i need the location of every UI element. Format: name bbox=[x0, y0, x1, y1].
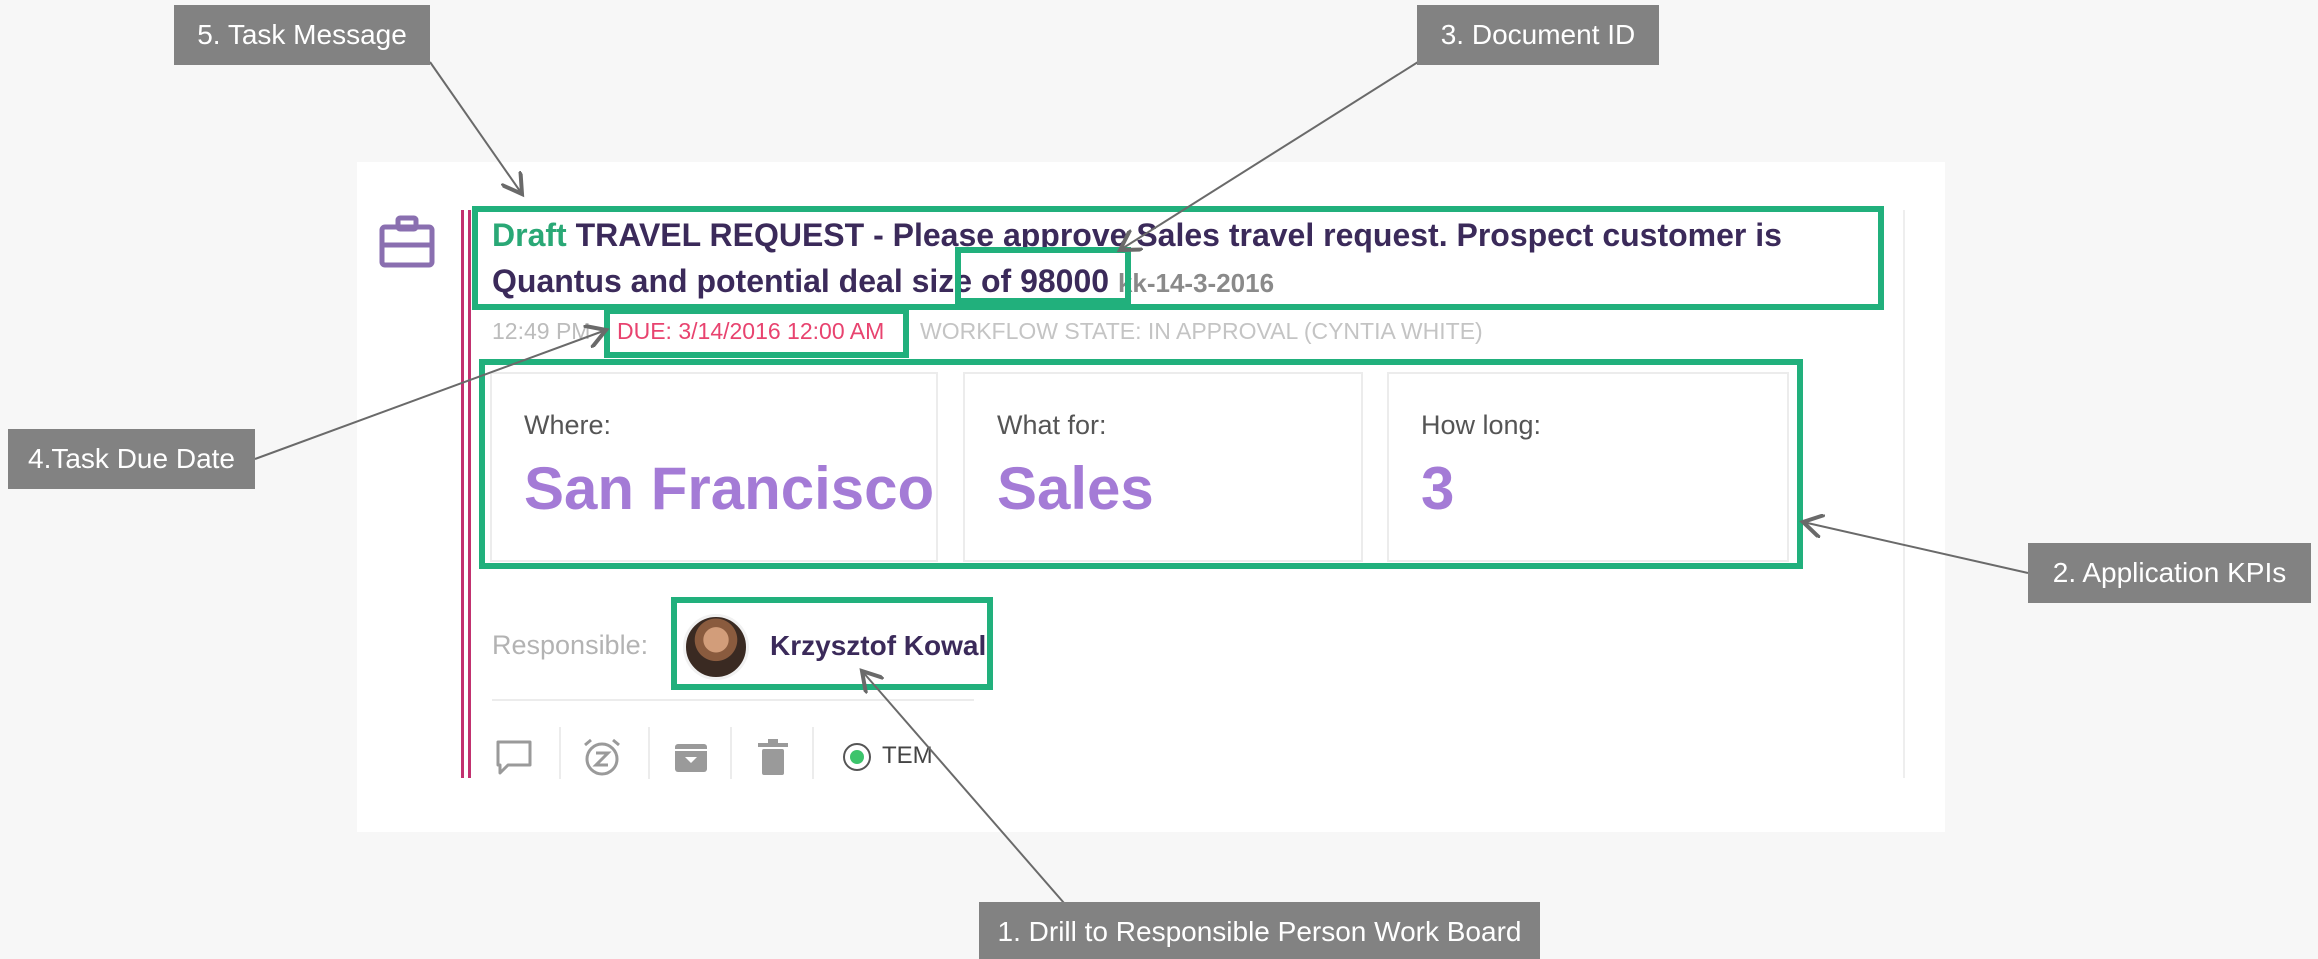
callout-task-message: 5. Task Message bbox=[174, 5, 430, 65]
callout-document-id: 3. Document ID bbox=[1417, 5, 1659, 65]
annotation-arrows bbox=[254, 61, 2029, 904]
callout-responsible: 1. Drill to Responsible Person Work Boar… bbox=[979, 902, 1540, 959]
callout-kpis: 2. Application KPIs bbox=[2028, 543, 2311, 603]
callout-due-date: 4.Task Due Date bbox=[8, 429, 255, 489]
